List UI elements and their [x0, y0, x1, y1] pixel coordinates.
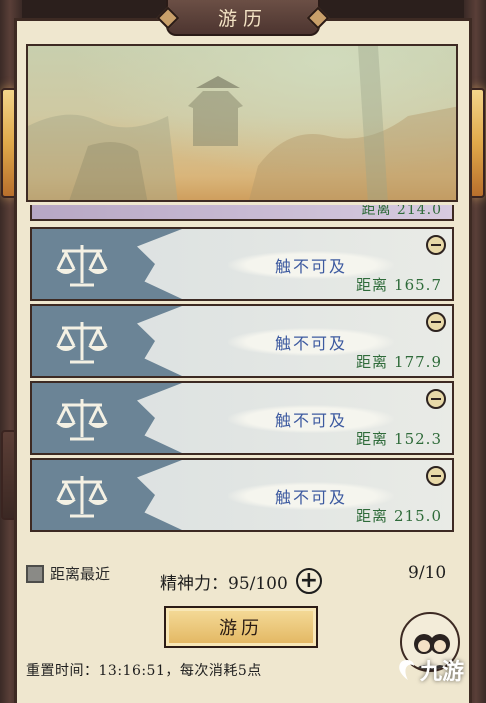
- energy-label: 精神力：95/100: [160, 573, 288, 594]
- add-energy-button[interactable]: +: [295, 568, 322, 594]
- page-title: 游历: [166, 0, 320, 36]
- scale-icon: [56, 322, 108, 364]
- energy-display: 精神力：95/100 +: [160, 568, 322, 594]
- sort-nearest-toggle[interactable]: 距离最近: [26, 563, 110, 584]
- collapse-icon[interactable]: [426, 312, 446, 332]
- destination-list[interactable]: 距离 214.0 触不可及 距离 165.7 触不可及 距离 177.9 触不可…: [26, 205, 458, 533]
- sort-label: 距离最近: [50, 565, 111, 583]
- scale-icon: [56, 245, 108, 287]
- list-item[interactable]: 触不可及 距离 165.7: [30, 227, 454, 301]
- sort-checkbox[interactable]: [26, 564, 44, 583]
- distance-text: 距离 215.0: [356, 507, 442, 525]
- travel-button[interactable]: 游历: [164, 606, 318, 648]
- scale-icon: [56, 399, 108, 441]
- collapse-icon[interactable]: [426, 235, 446, 255]
- scenery-image: [26, 44, 458, 202]
- distance-text: 距离 165.7: [356, 276, 442, 294]
- list-item[interactable]: 触不可及 距离 177.9: [30, 304, 454, 378]
- list-item[interactable]: 触不可及 距离 215.0: [30, 458, 454, 532]
- list-item[interactable]: 触不可及 距离 152.3: [30, 381, 454, 455]
- distance-text: 距离 177.9: [356, 353, 442, 371]
- collapse-icon[interactable]: [426, 466, 446, 486]
- distance-text: 距离 152.3: [356, 430, 442, 448]
- watermark: 九游: [396, 654, 464, 686]
- distance-text: 距离 214.0: [361, 205, 442, 218]
- collapse-icon[interactable]: [426, 389, 446, 409]
- travel-count: 9/10: [408, 563, 447, 583]
- scale-icon: [56, 476, 108, 518]
- list-item-partial: 距离 214.0: [30, 205, 454, 221]
- watermark-logo-icon: [399, 660, 414, 680]
- reset-info: 重置时间：13:16:51，每次消耗5点: [26, 663, 262, 679]
